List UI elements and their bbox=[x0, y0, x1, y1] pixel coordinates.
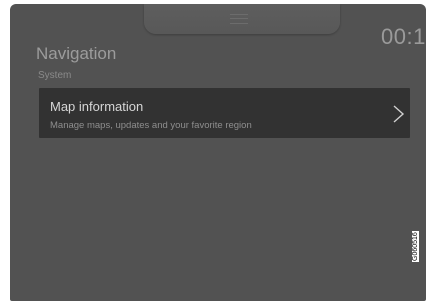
page-subtitle: System bbox=[38, 70, 72, 81]
display-screen: 00:12 Navigation System Map information … bbox=[10, 4, 426, 301]
menu-item-map-information[interactable]: Map information Manage maps, updates and… bbox=[39, 88, 410, 138]
page-title: Navigation bbox=[36, 44, 117, 63]
image-reference-code: G060516 bbox=[412, 231, 419, 262]
menu-item-description: Manage maps, updates and your favorite r… bbox=[50, 120, 252, 131]
drag-handle-icon bbox=[230, 14, 248, 24]
chevron-right-icon bbox=[393, 105, 405, 123]
pull-down-tab[interactable] bbox=[144, 4, 340, 34]
clock: 00:12 bbox=[381, 24, 426, 49]
menu-item-title: Map information bbox=[50, 99, 144, 114]
